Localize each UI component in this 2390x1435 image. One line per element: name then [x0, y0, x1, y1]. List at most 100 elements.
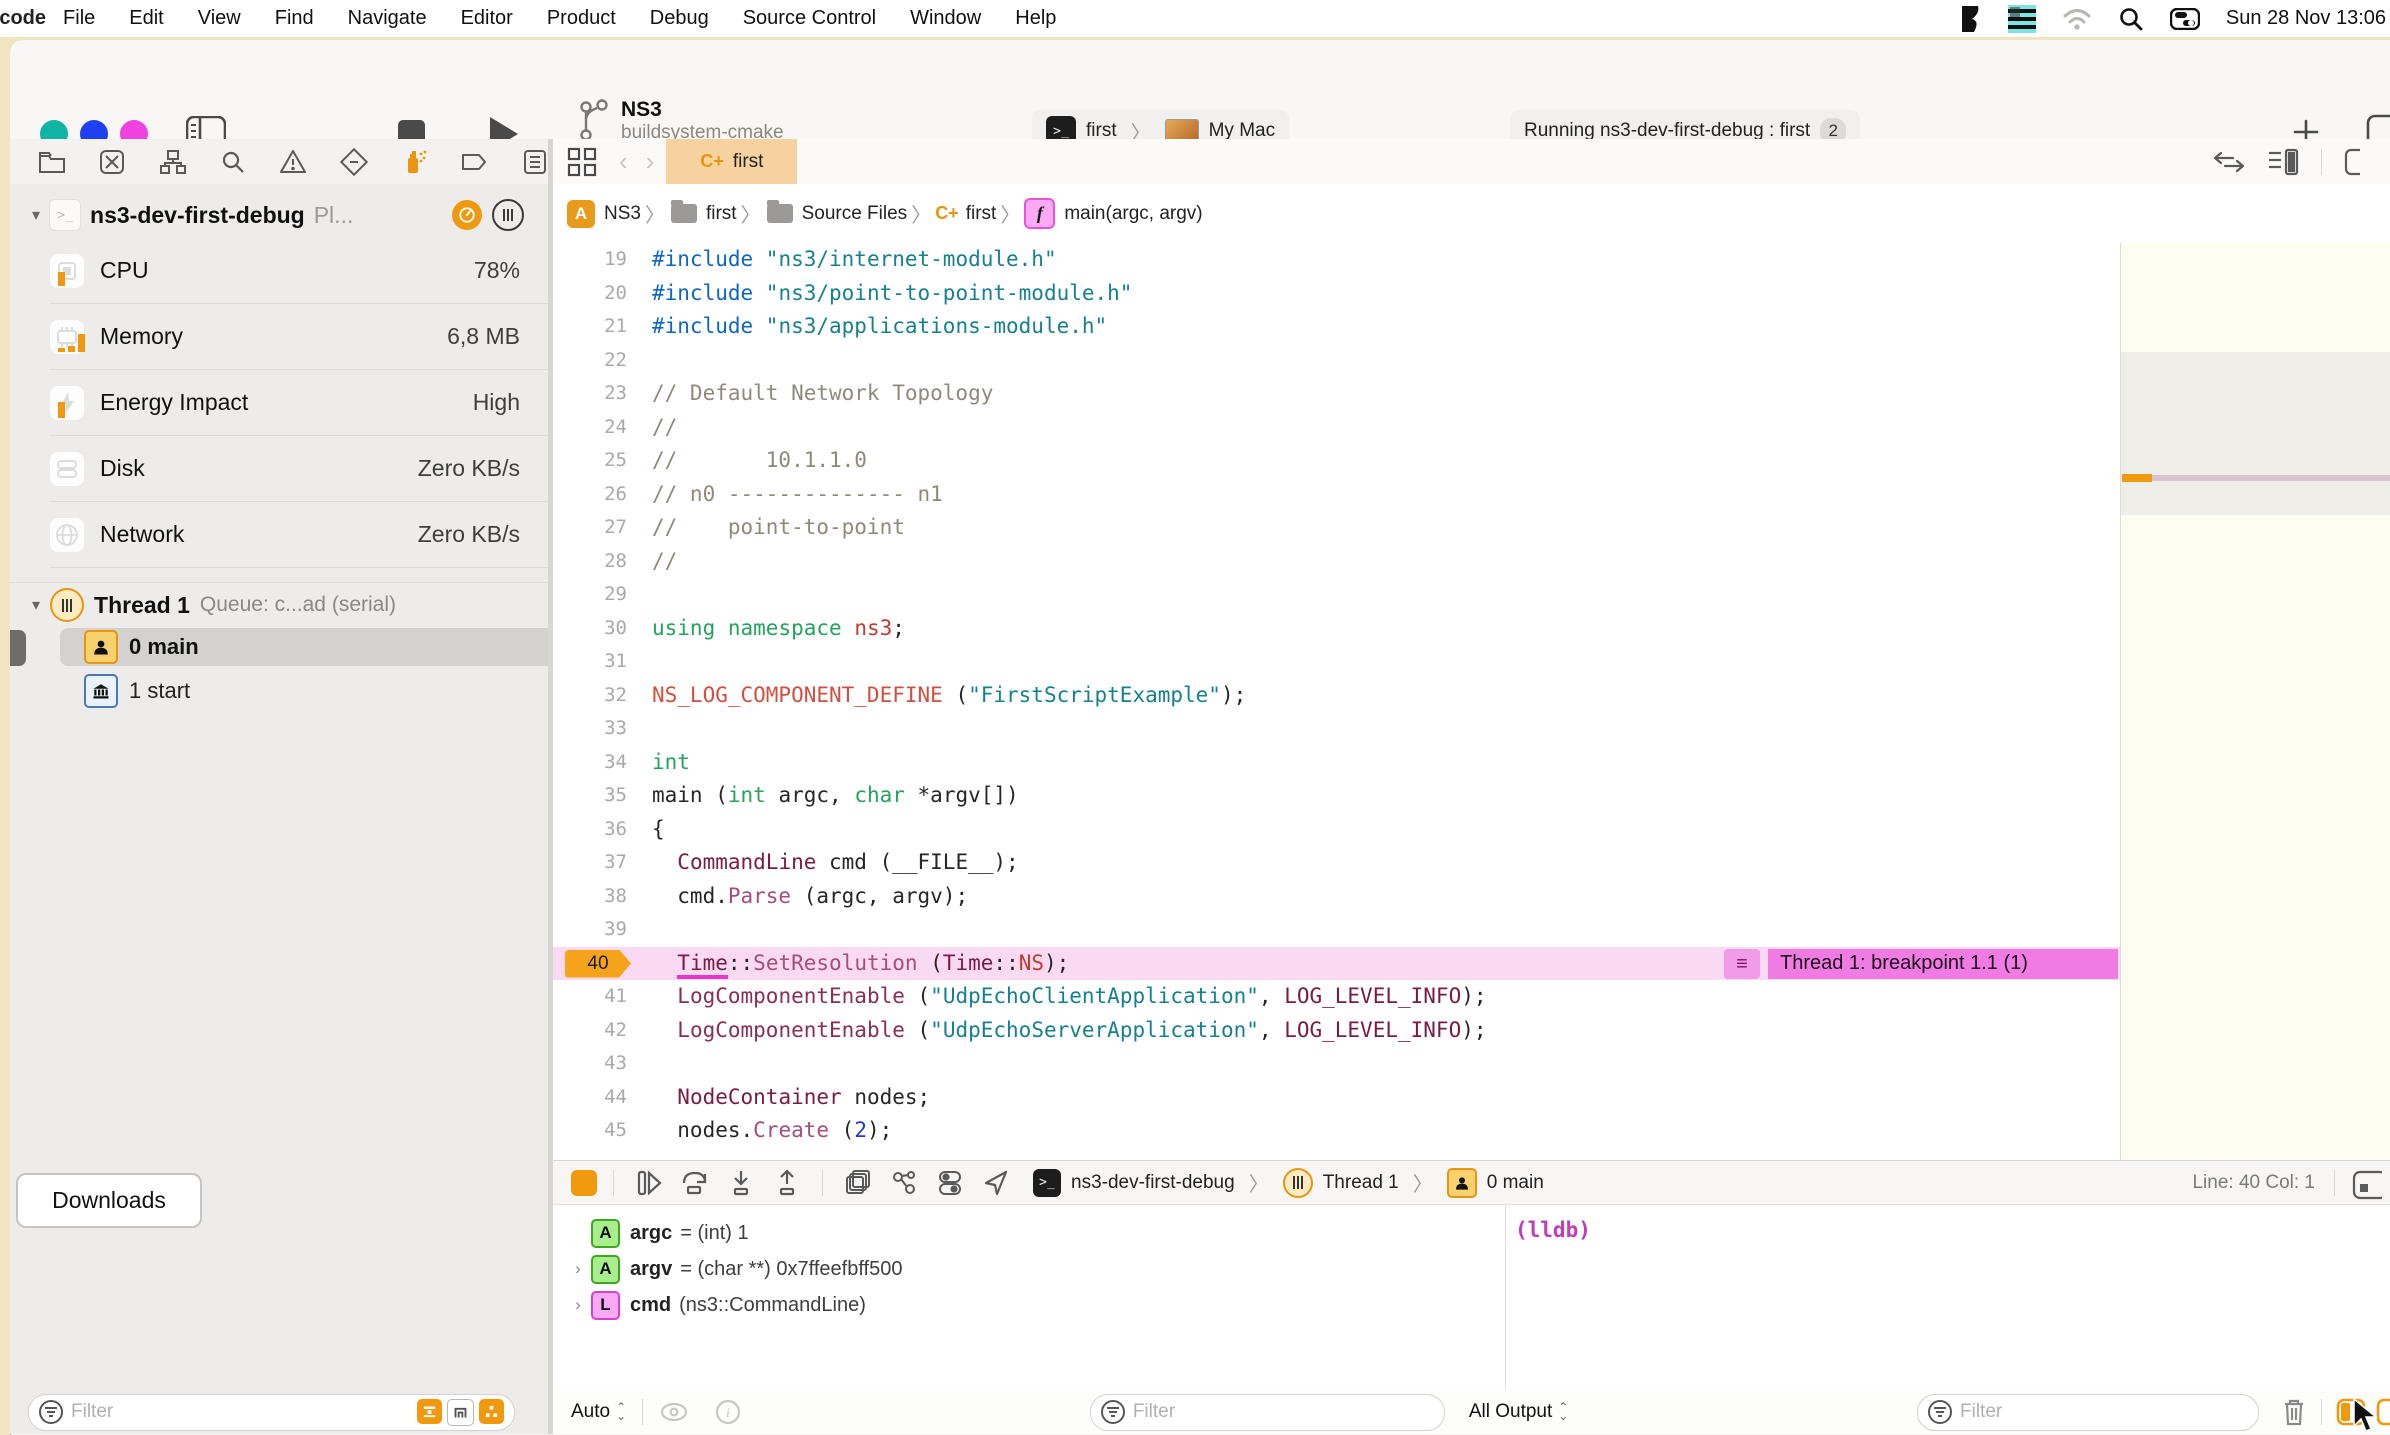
quicklook-eye-icon[interactable]: [659, 1401, 689, 1423]
menu-item-navigate[interactable]: Navigate: [331, 7, 444, 30]
code-line-35[interactable]: 35 main (int argc, char *argv[]): [553, 779, 2120, 813]
crumb-symbol[interactable]: main(argc, argv): [1064, 203, 1202, 225]
line-number[interactable]: 34: [553, 746, 627, 780]
menu-item-file[interactable]: File: [46, 7, 112, 30]
disclosure-chevron-icon[interactable]: ▾: [32, 205, 40, 225]
breakpoint-thread-tag[interactable]: Thread 1: breakpoint 1.1 (1): [1768, 948, 2118, 979]
line-number[interactable]: 31: [553, 645, 627, 679]
code-line-20[interactable]: 20 #include "ns3/point-to-point-module.h": [553, 277, 2120, 311]
line-number[interactable]: 45: [553, 1114, 627, 1148]
console-output-dropdown[interactable]: All Output ⌃ ⌄: [1469, 1401, 1569, 1423]
code-line-42[interactable]: 42 LogComponentEnable ("UdpEchoServerApp…: [553, 1014, 2120, 1048]
disclosure-chevron-icon[interactable]: ›: [565, 1295, 591, 1315]
menu-item-window[interactable]: Window: [893, 7, 998, 30]
project-app-icon[interactable]: A: [567, 199, 595, 228]
jump-thread[interactable]: Thread 1: [1323, 1172, 1399, 1194]
code-line-21[interactable]: 21 #include "ns3/applications-module.h": [553, 310, 2120, 344]
code-line-33[interactable]: 33: [553, 712, 2120, 746]
code-line-38[interactable]: 38 cmd.Parse (argc, argv);: [553, 880, 2120, 914]
code-line-31[interactable]: 31: [553, 645, 2120, 679]
line-number[interactable]: 22: [553, 344, 627, 378]
view-hierarchy-button[interactable]: [841, 1166, 875, 1200]
line-number[interactable]: 39: [553, 913, 627, 947]
simulate-location-button[interactable]: [979, 1166, 1013, 1200]
code-line-36[interactable]: 36{: [553, 813, 2120, 847]
gauge-row-cpu[interactable]: CPU 78%: [50, 238, 548, 304]
menu-item-product[interactable]: Product: [530, 7, 633, 30]
code-line-41[interactable]: 41 LogComponentEnable ("UdpEchoClientApp…: [553, 980, 2120, 1014]
step-into-button[interactable]: [724, 1166, 758, 1200]
line-number[interactable]: 43: [553, 1047, 627, 1081]
gauge-row-memory[interactable]: Memory 6,8 MB: [50, 304, 548, 370]
downloads-button[interactable]: Downloads: [16, 1173, 202, 1228]
disclosure-chevron-icon[interactable]: ▾: [32, 595, 40, 615]
code-review-icon[interactable]: [2213, 149, 2245, 175]
menu-item-source-control[interactable]: Source Control: [726, 7, 893, 30]
line-number[interactable]: 35: [553, 779, 627, 813]
gauge-row-network[interactable]: Network Zero KB/s: [50, 502, 548, 568]
editor-options-icon[interactable]: [2344, 148, 2360, 176]
issue-navigator-icon[interactable]: [279, 148, 307, 176]
disclosure-chevron-icon[interactable]: ›: [565, 1259, 591, 1279]
code-line-23[interactable]: 23// Default Network Topology: [553, 377, 2120, 411]
line-number[interactable]: 42: [553, 1014, 627, 1048]
hierarchy-filter-icon[interactable]: [479, 1398, 504, 1424]
stack-filter-icon[interactable]: [447, 1398, 474, 1426]
debug-jump-bar[interactable]: >_ ns3-dev-first-debug 〉 Thread 1 〉 0 ma…: [1033, 1167, 1544, 1198]
project-navigator-icon[interactable]: [38, 148, 66, 176]
code-line-40[interactable]: 40 Time::SetResolution (Time::NS); ≡ Threa…: [553, 946, 2120, 980]
step-out-button[interactable]: [770, 1166, 804, 1200]
line-number[interactable]: 26: [553, 478, 627, 512]
debug-navigator-icon[interactable]: [400, 148, 428, 176]
info-icon[interactable]: i: [715, 1399, 741, 1425]
line-number[interactable]: 29: [553, 578, 627, 612]
line-number[interactable]: 20: [553, 277, 627, 311]
line-number[interactable]: 36: [553, 813, 627, 847]
crumb-target[interactable]: first: [706, 203, 737, 225]
input-flag-icon[interactable]: [2007, 4, 2036, 33]
jump-frame[interactable]: 0 main: [1487, 1172, 1544, 1194]
line-number[interactable]: 30: [553, 612, 627, 646]
wifi-icon[interactable]: [2062, 7, 2092, 31]
breakpoint-badge[interactable]: 40: [565, 949, 631, 978]
console-filter-field[interactable]: Filter: [1917, 1393, 2259, 1431]
thread-row[interactable]: ▾ Thread 1 Queue: c...ad (serial): [10, 582, 548, 627]
apple-app-menu-label[interactable]: Xcode: [0, 7, 46, 30]
line-number[interactable]: 32: [553, 679, 627, 713]
report-navigator-icon[interactable]: [521, 148, 549, 176]
code-line-32[interactable]: 32 NS_LOG_COMPONENT_DEFINE ("FirstScriptE…: [553, 679, 2120, 713]
source-control-icon[interactable]: [98, 148, 126, 176]
menu-item-editor[interactable]: Editor: [444, 7, 530, 30]
line-number[interactable]: 33: [553, 712, 627, 746]
line-number[interactable]: 25: [553, 444, 627, 478]
thread-view-icon[interactable]: [492, 199, 524, 231]
code-line-27[interactable]: 27// point-to-point: [553, 511, 2120, 545]
find-navigator-icon[interactable]: [219, 148, 247, 176]
breakpoint-navigator-icon[interactable]: [460, 148, 488, 176]
menu-item-help[interactable]: Help: [998, 7, 1073, 30]
console-view[interactable]: [1505, 1205, 2390, 1390]
line-number[interactable]: 21: [553, 310, 627, 344]
spotlight-search-icon[interactable]: [2118, 6, 2144, 32]
crumb-file[interactable]: first: [966, 203, 997, 225]
performance-gauge-icon[interactable]: [452, 200, 482, 230]
stack-frame-0[interactable]: 0 main: [60, 628, 548, 666]
environment-overrides-button[interactable]: [933, 1166, 967, 1200]
code-line-29[interactable]: 29: [553, 578, 2120, 612]
breakpoint-filter-field[interactable]: Filter: [28, 1393, 515, 1431]
code-line-19[interactable]: 19 #include "ns3/internet-module.h": [553, 243, 2120, 277]
minimap-options-icon[interactable]: [2267, 148, 2299, 176]
minimap-viewport[interactable]: [2121, 352, 2390, 515]
flag-filter-icon[interactable]: [417, 1398, 442, 1424]
jump-process[interactable]: ns3-dev-first-debug: [1071, 1172, 1235, 1194]
debug-process-row[interactable]: ▾ >_ ns3-dev-first-debug Pl...: [10, 192, 548, 238]
test-navigator-icon[interactable]: [339, 147, 368, 176]
clear-console-trash-icon[interactable]: [2281, 1397, 2307, 1427]
control-center-icon[interactable]: [2169, 7, 2200, 30]
code-line-28[interactable]: 28//: [553, 545, 2120, 579]
line-number[interactable]: 24: [553, 411, 627, 445]
code-line-43[interactable]: 43: [553, 1047, 2120, 1081]
line-number[interactable]: 38: [553, 880, 627, 914]
code-line-25[interactable]: 25// 10.1.1.0: [553, 444, 2120, 478]
stack-frame-1[interactable]: 1 start: [84, 674, 190, 708]
